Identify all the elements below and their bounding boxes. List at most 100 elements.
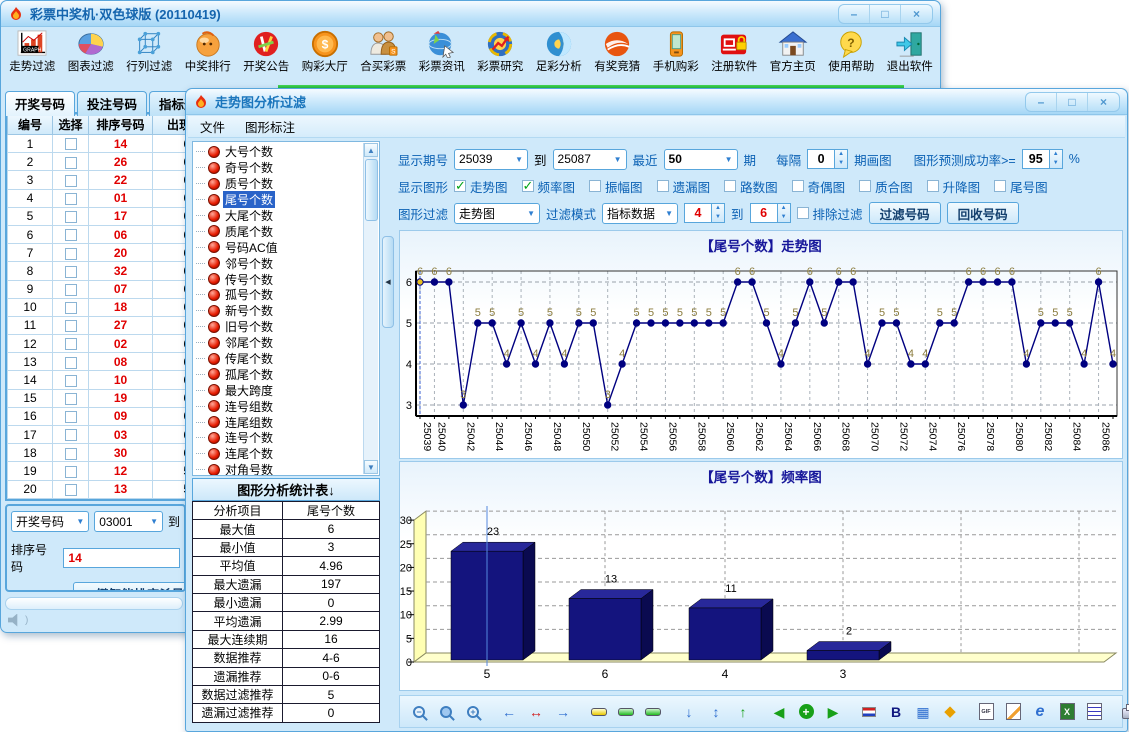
graph-check-尾号图[interactable]: 尾号图 bbox=[994, 177, 1048, 196]
toolbar-help[interactable]: ?使用帮助 bbox=[822, 29, 881, 84]
checkbox-icon[interactable] bbox=[65, 448, 77, 460]
checkbox-icon[interactable] bbox=[65, 302, 77, 314]
pan-right-icon[interactable]: → bbox=[553, 702, 573, 722]
table-row[interactable]: 191259 bbox=[8, 462, 189, 480]
row-select-cell[interactable] bbox=[53, 244, 89, 262]
tree-item[interactable]: 连尾个数 bbox=[196, 446, 379, 462]
success-rate-spinner[interactable]: 95▲▼ bbox=[1022, 149, 1063, 169]
graph-check-质合图[interactable]: 质合图 bbox=[859, 177, 913, 196]
checkbox-icon[interactable] bbox=[65, 211, 77, 223]
toolbar-research[interactable]: 彩票研究 bbox=[471, 29, 530, 84]
filter-mode-select[interactable]: 指标数据▼ bbox=[602, 203, 678, 224]
row-select-cell[interactable] bbox=[53, 316, 89, 334]
table-row[interactable]: 22665 bbox=[8, 153, 189, 171]
smart-sort-button[interactable]: 一键智能排序杀号 bbox=[73, 582, 186, 592]
tree-item[interactable]: 对角号数 bbox=[196, 462, 379, 476]
table-row[interactable]: 32264 bbox=[8, 171, 189, 189]
table-row[interactable]: 101863 bbox=[8, 298, 189, 316]
period-from-select[interactable]: 03001▼ bbox=[94, 511, 163, 532]
toolbar-news[interactable]: 彩票资讯 bbox=[413, 29, 472, 84]
spinner-arrows-icon[interactable]: ▲▼ bbox=[712, 203, 725, 223]
row-select-cell[interactable] bbox=[53, 207, 89, 225]
row-select-cell[interactable] bbox=[53, 480, 89, 498]
tab-2[interactable]: 投注号码 bbox=[77, 91, 147, 116]
row-select-cell[interactable] bbox=[53, 153, 89, 171]
arrow-down-icon[interactable]: ↓ bbox=[679, 702, 699, 722]
row-select-cell[interactable] bbox=[53, 262, 89, 280]
tree-item[interactable]: 旧号个数 bbox=[196, 319, 379, 335]
recent-select[interactable]: 50▼ bbox=[664, 149, 738, 170]
menu-file[interactable]: 文件 bbox=[200, 117, 225, 136]
tree-item[interactable]: 连尾组数 bbox=[196, 414, 379, 430]
table-row[interactable]: 60663 bbox=[8, 225, 189, 243]
toolbar-graph-filter[interactable]: GRAPH走势过滤 bbox=[3, 29, 62, 84]
scroll-down-icon[interactable]: ▼ bbox=[364, 460, 378, 474]
print-icon[interactable] bbox=[1120, 702, 1129, 722]
row-select-cell[interactable] bbox=[53, 407, 89, 425]
row-select-cell[interactable] bbox=[53, 444, 89, 462]
tree-item[interactable]: 连号个数 bbox=[196, 430, 379, 446]
row-select-cell[interactable] bbox=[53, 225, 89, 243]
band-green-icon[interactable] bbox=[616, 702, 636, 722]
interval-spinner[interactable]: 0▲▼ bbox=[807, 149, 848, 169]
row-select-cell[interactable] bbox=[53, 353, 89, 371]
tree-item[interactable]: 质号个数 bbox=[196, 176, 379, 192]
tree-item[interactable]: 大尾个数 bbox=[196, 208, 379, 224]
row-select-cell[interactable] bbox=[53, 171, 89, 189]
tree-item[interactable]: 孤尾个数 bbox=[196, 366, 379, 382]
zoom-normal-icon[interactable] bbox=[436, 702, 456, 722]
minimize-button[interactable]: – bbox=[839, 5, 870, 23]
toolbar-exit[interactable]: 退出软件 bbox=[881, 29, 940, 84]
table-row[interactable]: 183060 bbox=[8, 444, 189, 462]
recycle-numbers-button[interactable]: 回收号码 bbox=[947, 202, 1019, 224]
table-row[interactable]: 11465 bbox=[8, 135, 189, 153]
checkbox-icon[interactable] bbox=[65, 138, 77, 150]
period-to-select[interactable]: 25087▼ bbox=[553, 149, 627, 170]
graph-check-路数图[interactable]: 路数图 bbox=[724, 177, 778, 196]
graph-check-奇偶图[interactable]: 奇偶图 bbox=[792, 177, 846, 196]
checkbox-icon[interactable] bbox=[65, 393, 77, 405]
tree-item[interactable]: 大号个数 bbox=[196, 144, 379, 160]
row-select-cell[interactable] bbox=[53, 426, 89, 444]
toolbar-coin[interactable]: $购彩大厅 bbox=[296, 29, 355, 84]
tree-item[interactable]: 连号组数 bbox=[196, 398, 379, 414]
arrow-up-icon[interactable]: ↑ bbox=[733, 702, 753, 722]
tree-item[interactable]: 新号个数 bbox=[196, 303, 379, 319]
period-from-select[interactable]: 25039▼ bbox=[454, 149, 528, 170]
spinner-arrows-icon[interactable]: ▲▼ bbox=[835, 149, 848, 169]
scroll-up-icon[interactable]: ▲ bbox=[364, 143, 378, 157]
toolbar-register[interactable]: 注册软件 bbox=[705, 29, 764, 84]
maximize-button[interactable]: □ bbox=[870, 5, 901, 23]
tree-item[interactable]: 孤号个数 bbox=[196, 287, 379, 303]
row-select-cell[interactable] bbox=[53, 335, 89, 353]
row-select-cell[interactable] bbox=[53, 189, 89, 207]
band-yellow-icon[interactable] bbox=[589, 702, 609, 722]
excel-export-icon[interactable]: X bbox=[1057, 702, 1077, 722]
table-row[interactable]: 160961 bbox=[8, 407, 189, 425]
table-row[interactable]: 90763 bbox=[8, 280, 189, 298]
checkbox-icon[interactable] bbox=[65, 157, 77, 169]
table-row[interactable]: 51764 bbox=[8, 207, 189, 225]
checkbox-icon[interactable] bbox=[65, 320, 77, 332]
arrow-updown-icon[interactable]: ↕ bbox=[706, 702, 726, 722]
checkbox-icon[interactable] bbox=[65, 266, 77, 278]
tree-item[interactable]: 邻尾个数 bbox=[196, 335, 379, 351]
pan-left-icon[interactable]: ← bbox=[499, 702, 519, 722]
row-select-cell[interactable] bbox=[53, 389, 89, 407]
checkbox-icon[interactable] bbox=[65, 357, 77, 369]
sound-control[interactable]: ) bbox=[8, 612, 28, 628]
checkbox-icon[interactable] bbox=[65, 229, 77, 241]
toolbar-announce[interactable]: 开奖公告 bbox=[237, 29, 296, 84]
toolbar-home[interactable]: 官方主页 bbox=[764, 29, 823, 84]
graph-check-走势图[interactable]: 走势图 bbox=[454, 177, 508, 196]
tree-item[interactable]: 邻号个数 bbox=[196, 255, 379, 271]
bold-icon[interactable]: B bbox=[886, 702, 906, 722]
exclude-filter-checkbox[interactable]: 排除过滤 bbox=[797, 204, 863, 223]
tree-item[interactable]: 传号个数 bbox=[196, 271, 379, 287]
table-row[interactable]: 72063 bbox=[8, 244, 189, 262]
stats-header[interactable]: 图形分析统计表↓ bbox=[192, 478, 380, 501]
table-row[interactable]: 83263 bbox=[8, 262, 189, 280]
row-select-cell[interactable] bbox=[53, 462, 89, 480]
row-select-cell[interactable] bbox=[53, 298, 89, 316]
checkbox-icon[interactable] bbox=[65, 375, 77, 387]
